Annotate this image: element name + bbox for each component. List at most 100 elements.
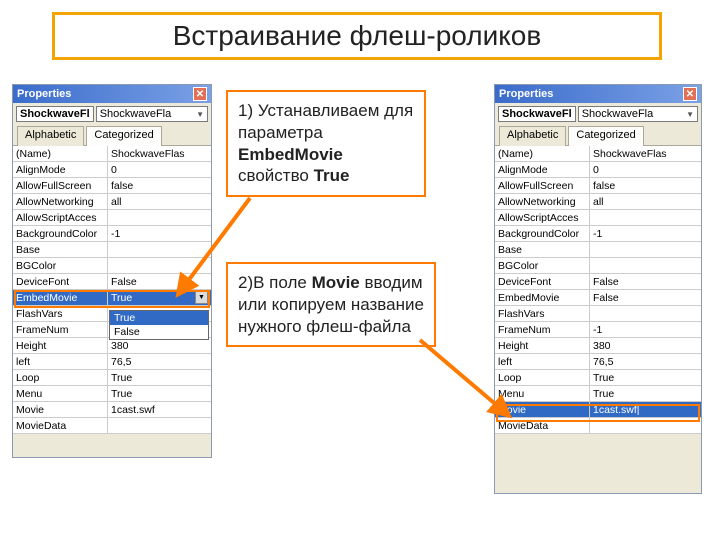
property-row[interactable]: BGColor [13,258,211,274]
dropdown-option[interactable]: False [110,325,208,339]
property-row[interactable]: AllowNetworkingall [495,194,701,210]
property-value[interactable]: True [590,370,701,385]
property-grid-left[interactable]: (Name)ShockwaveFlasAlignMode0AllowFullSc… [13,146,211,434]
property-value-text: True [111,372,132,384]
property-value[interactable]: True [590,386,701,401]
property-value[interactable] [108,242,211,257]
property-row[interactable]: AllowScriptAcces [495,210,701,226]
object-name-field[interactable]: ShockwaveFl [498,106,576,122]
property-value[interactable] [108,210,211,225]
property-value[interactable]: all [108,194,211,209]
property-value[interactable]: False [108,274,211,289]
property-value[interactable]: all [590,194,701,209]
tab-categorized[interactable]: Categorized [568,126,643,146]
property-row[interactable]: Base [495,242,701,258]
property-value[interactable] [590,242,701,257]
property-row[interactable]: AlignMode0 [495,162,701,178]
property-key: Height [495,338,590,353]
callout-1: 1) Устанавливаем для параметра EmbedMovi… [226,90,426,197]
property-value[interactable]: 76,5 [108,354,211,369]
property-value[interactable] [108,418,211,433]
property-value[interactable]: False [590,290,701,305]
property-row[interactable]: LoopTrue [13,370,211,386]
property-key: Base [495,242,590,257]
property-row[interactable]: LoopTrue [495,370,701,386]
property-value-text: false [593,180,615,192]
object-type-dropdown[interactable]: ShockwaveFla ▼ [578,106,698,122]
property-grid-right[interactable]: (Name)ShockwaveFlasAlignMode0AllowFullSc… [495,146,701,434]
property-row[interactable]: MenuTrue [495,386,701,402]
property-row[interactable]: Height380 [13,338,211,354]
property-value[interactable]: True [108,386,211,401]
property-row[interactable]: (Name)ShockwaveFlas [13,146,211,162]
property-row[interactable]: EmbedMovieTrue▼ [13,290,211,306]
property-value[interactable]: 380 [590,338,701,353]
property-value-text: True [593,372,614,384]
panel-title: Properties [499,88,553,100]
property-row[interactable]: left76,5 [13,354,211,370]
property-row[interactable]: AlignMode0 [13,162,211,178]
property-value[interactable]: ShockwaveFlas [108,146,211,161]
property-value[interactable]: True [108,370,211,385]
property-row[interactable]: MenuTrue [13,386,211,402]
tab-categorized[interactable]: Categorized [86,126,161,146]
close-icon[interactable]: ✕ [193,87,207,101]
property-row[interactable]: Height380 [495,338,701,354]
property-value[interactable]: 0 [108,162,211,177]
property-row[interactable]: MovieData [13,418,211,434]
property-row[interactable]: BackgroundColor-1 [495,226,701,242]
property-row[interactable]: Movie1cast.swf| [495,402,701,418]
property-value[interactable] [590,418,701,433]
close-icon[interactable]: ✕ [683,87,697,101]
property-value[interactable]: -1 [590,226,701,241]
property-value[interactable]: True▼ [108,290,211,305]
dropdown-option[interactable]: True [110,311,208,325]
property-value[interactable] [108,258,211,273]
property-key: BGColor [13,258,108,273]
tab-alphabetic[interactable]: Alphabetic [17,126,84,146]
property-key: Movie [495,402,590,417]
property-value[interactable]: ShockwaveFlas [590,146,701,161]
property-key: FrameNum [495,322,590,337]
callout1-text-a: 1) Устанавливаем для параметра [238,101,413,142]
property-value[interactable]: 0 [590,162,701,177]
panel-titlebar: Properties ✕ [13,85,211,103]
property-value[interactable]: -1 [590,322,701,337]
property-value[interactable]: 76,5 [590,354,701,369]
property-value[interactable]: 1cast.swf [108,402,211,417]
property-value[interactable]: false [590,178,701,193]
property-row[interactable]: left76,5 [495,354,701,370]
property-row[interactable]: (Name)ShockwaveFlas [495,146,701,162]
property-row[interactable]: DeviceFontFalse [13,274,211,290]
object-name-field[interactable]: ShockwaveFl [16,106,94,122]
property-row[interactable]: DeviceFontFalse [495,274,701,290]
panel-title: Properties [17,88,71,100]
object-type-dropdown[interactable]: ShockwaveFla ▼ [96,106,208,122]
property-row[interactable]: FrameNum-1 [495,322,701,338]
property-row[interactable]: AllowFullScreenfalse [495,178,701,194]
property-row[interactable]: Movie1cast.swf [13,402,211,418]
property-row[interactable]: AllowScriptAcces [13,210,211,226]
dropdown-arrow-icon[interactable]: ▼ [195,291,208,304]
tab-alphabetic[interactable]: Alphabetic [499,126,566,146]
embedmovie-dropdown-list[interactable]: TrueFalse [109,310,209,340]
property-value[interactable] [590,306,701,321]
property-row[interactable]: AllowFullScreenfalse [13,178,211,194]
property-value[interactable] [590,258,701,273]
property-row[interactable]: Base [13,242,211,258]
property-value-text: ShockwaveFlas [593,148,667,160]
properties-panel-right: Properties ✕ ShockwaveFl ShockwaveFla ▼ … [494,84,702,494]
property-value[interactable]: -1 [108,226,211,241]
property-value[interactable]: 380 [108,338,211,353]
property-row[interactable]: AllowNetworkingall [13,194,211,210]
property-row[interactable]: MovieData [495,418,701,434]
property-value[interactable]: 1cast.swf| [590,402,701,417]
property-value[interactable] [590,210,701,225]
property-value[interactable]: false [108,178,211,193]
property-row[interactable]: EmbedMovieFalse [495,290,701,306]
property-row[interactable]: BGColor [495,258,701,274]
property-row[interactable]: FlashVars [495,306,701,322]
property-value[interactable]: False [590,274,701,289]
property-row[interactable]: BackgroundColor-1 [13,226,211,242]
property-value-text: 0 [111,164,117,176]
